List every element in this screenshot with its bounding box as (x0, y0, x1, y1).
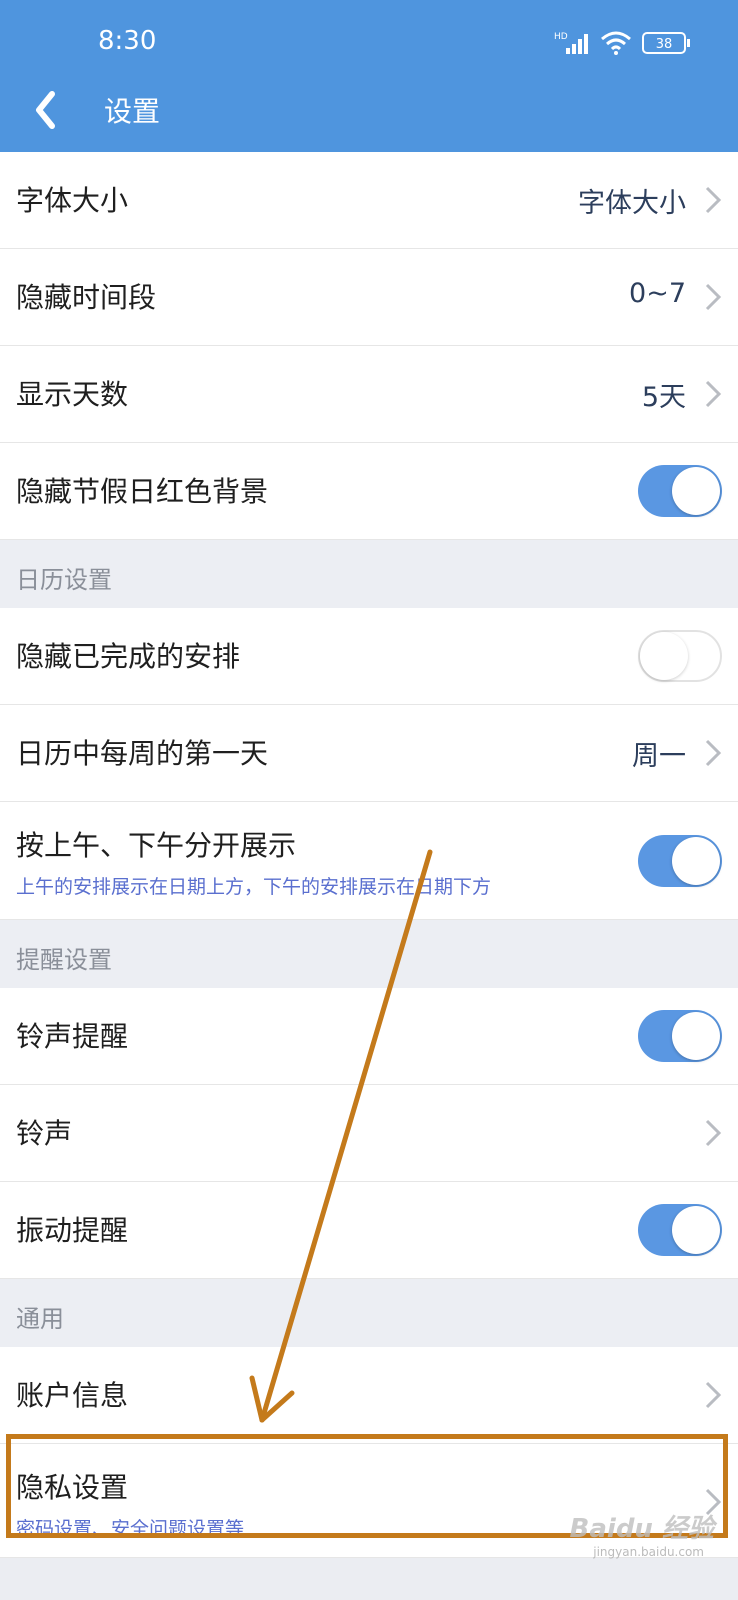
section-title: 提醒设置 (16, 946, 112, 974)
chevron-right-icon (705, 739, 722, 767)
ringtone-row[interactable]: 铃声 (0, 1085, 738, 1182)
hide-completed-row: 隐藏已完成的安排 (0, 608, 738, 705)
back-button[interactable] (26, 86, 66, 134)
app-header: 8:30 HD 38 设置 (0, 0, 738, 152)
signal-icon: HD (554, 30, 590, 60)
ringtone-reminder-toggle[interactable] (638, 1010, 722, 1062)
row-value: 字体大小 (578, 188, 686, 219)
settings-list: 字体大小 字体大小 隐藏时间段 0~7 显示天数 5天 隐藏节假日红色背景 日历… (0, 152, 738, 1558)
watermark-url: jingyan.baidu.com (593, 1545, 704, 1559)
section-title: 日历设置 (16, 566, 112, 594)
account-info-row[interactable]: 账户信息 (0, 1347, 738, 1444)
vibration-reminder-toggle[interactable] (638, 1204, 722, 1256)
watermark-logo: Baidu 经验 (569, 1514, 714, 1544)
section-header-general: 通用 (0, 1279, 738, 1347)
row-label: 隐藏时间段 (16, 281, 157, 314)
toggle-knob (672, 1206, 720, 1254)
row-label: 隐私设置 (16, 1471, 129, 1504)
split-am-pm-toggle[interactable] (638, 835, 722, 887)
row-value: 5天 (641, 382, 686, 413)
network-label: HD (554, 32, 568, 42)
row-value: 周一 (632, 741, 686, 772)
chevron-right-icon (705, 283, 722, 311)
row-value: 0~7 (629, 278, 686, 309)
row-label: 隐藏节假日红色背景 (16, 475, 269, 508)
toggle-knob (672, 1012, 720, 1060)
section-title: 通用 (16, 1305, 64, 1333)
hidden-time-row[interactable]: 隐藏时间段 0~7 (0, 249, 738, 346)
vibration-reminder-row: 振动提醒 (0, 1182, 738, 1279)
row-label: 日历中每周的第一天 (16, 737, 269, 770)
row-subtitle: 密码设置、安全问题设置等 (16, 1518, 245, 1540)
display-days-row[interactable]: 显示天数 5天 (0, 346, 738, 443)
row-label: 隐藏已完成的安排 (16, 640, 241, 673)
first-day-of-week-row[interactable]: 日历中每周的第一天 周一 (0, 705, 738, 802)
row-label: 显示天数 (16, 378, 129, 411)
chevron-right-icon (705, 1381, 722, 1409)
battery-level: 38 (656, 37, 673, 52)
chevron-right-icon (705, 1119, 722, 1147)
hide-holiday-bg-row: 隐藏节假日红色背景 (0, 443, 738, 540)
row-label: 字体大小 (16, 184, 129, 217)
row-label: 铃声 (16, 1117, 73, 1150)
chevron-right-icon (705, 380, 722, 408)
ringtone-reminder-row: 铃声提醒 (0, 988, 738, 1085)
row-label: 铃声提醒 (16, 1020, 129, 1053)
hide-holiday-bg-toggle[interactable] (638, 465, 722, 517)
status-time: 8:30 (98, 26, 157, 56)
row-subtitle: 上午的安排展示在日期上方，下午的安排展示在日期下方 (16, 876, 492, 898)
toggle-knob (672, 467, 720, 515)
page-title: 设置 (104, 95, 161, 128)
section-header-calendar: 日历设置 (0, 540, 738, 608)
chevron-left-icon (36, 91, 55, 129)
row-label: 按上午、下午分开展示 (16, 829, 297, 862)
section-header-reminder: 提醒设置 (0, 920, 738, 988)
toggle-knob (640, 632, 688, 680)
chevron-right-icon (705, 186, 722, 214)
row-label: 振动提醒 (16, 1214, 129, 1247)
toggle-knob (672, 837, 720, 885)
hide-completed-toggle[interactable] (638, 630, 722, 682)
split-am-pm-row: 按上午、下午分开展示 上午的安排展示在日期上方，下午的安排展示在日期下方 (0, 802, 738, 920)
row-label: 账户信息 (16, 1379, 129, 1412)
font-size-row[interactable]: 字体大小 字体大小 (0, 152, 738, 249)
status-icons: HD 38 (554, 30, 692, 60)
battery-icon: 38 (642, 31, 692, 59)
wifi-icon (600, 31, 632, 59)
